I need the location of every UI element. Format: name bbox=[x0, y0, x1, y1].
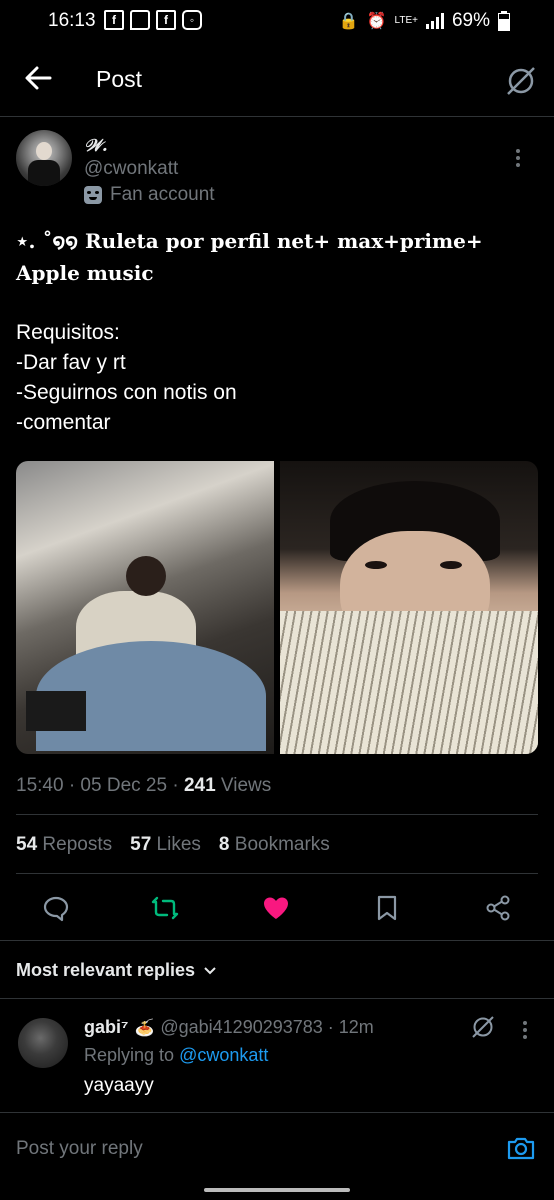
reply-header: gabi⁷ 🍝 @gabi41290293783 · 12m bbox=[84, 1017, 374, 1038]
reply-composer: Post your reply bbox=[0, 1112, 554, 1181]
like-icon[interactable] bbox=[262, 894, 290, 922]
notification-icons: f f ◦ bbox=[104, 10, 202, 30]
bookmarks-count: 8 bbox=[218, 834, 230, 855]
lte-label: LTE+ bbox=[394, 15, 418, 26]
tweet-title: ⋆. ˚໑໑ Ruleta por perfil net+ max+prime+… bbox=[16, 229, 483, 285]
reposts-label: Reposts bbox=[42, 834, 113, 855]
instagram-icon: ◦ bbox=[182, 10, 202, 30]
account-label: Fan account bbox=[84, 184, 215, 206]
tweet-body: Requisitos: -Dar fav y rt -Seguirnos con… bbox=[16, 318, 536, 438]
views-count: 241 bbox=[183, 775, 216, 796]
tweet-body-line: -Seguirnos con notis on bbox=[16, 381, 237, 404]
reply-icon[interactable] bbox=[42, 894, 70, 922]
home-indicator[interactable] bbox=[204, 1188, 350, 1192]
reply-avatar[interactable] bbox=[18, 1018, 68, 1068]
top-bar: Post bbox=[0, 44, 554, 117]
reposts-count: 54 bbox=[16, 834, 38, 855]
replying-to-handle[interactable]: @cwonkatt bbox=[179, 1045, 268, 1065]
likes-count: 57 bbox=[130, 834, 152, 855]
bookmarks-stat[interactable]: 8 Bookmarks bbox=[219, 834, 330, 856]
repost-icon[interactable] bbox=[151, 894, 179, 922]
likes-stat[interactable]: 57 Likes bbox=[130, 834, 201, 856]
divider bbox=[0, 940, 554, 941]
system-icons: 🔒 ⏰ LTE+ 69% bbox=[339, 10, 510, 32]
tweet-body-line: Requisitos: bbox=[16, 321, 120, 344]
replies-sort-label: Most relevant replies bbox=[16, 960, 196, 980]
replies-sort[interactable]: Most relevant replies bbox=[16, 960, 217, 981]
signal-icon bbox=[425, 13, 444, 29]
battery-icon bbox=[498, 11, 510, 31]
tweet-image-2[interactable] bbox=[280, 461, 538, 754]
status-bar: 16:13 f f ◦ 🔒 ⏰ LTE+ 69% bbox=[0, 0, 554, 44]
reply-input[interactable]: Post your reply bbox=[16, 1138, 143, 1160]
status-time: 16:13 bbox=[48, 10, 96, 31]
views-label: Views bbox=[215, 775, 272, 796]
account-label-text: Fan account bbox=[110, 184, 215, 205]
facebook-icon: f bbox=[156, 10, 176, 30]
divider bbox=[0, 998, 554, 999]
tweet-image-1[interactable] bbox=[16, 461, 274, 754]
replying-to-label: Replying to bbox=[84, 1045, 180, 1065]
reply-emoji: 🍝 bbox=[134, 1019, 155, 1037]
reply-text: yayaayy bbox=[84, 1075, 154, 1096]
mask-icon bbox=[84, 186, 102, 204]
message-icon bbox=[130, 10, 150, 30]
share-icon[interactable] bbox=[484, 894, 512, 922]
reposts-stat[interactable]: 54 Reposts bbox=[16, 834, 112, 856]
camera-icon[interactable] bbox=[506, 1133, 536, 1163]
post-meta: 15:40 · 05 Dec 25 · 241 Views bbox=[16, 775, 271, 797]
more-icon[interactable] bbox=[523, 1018, 527, 1042]
action-bar bbox=[0, 884, 554, 932]
bookmark-icon[interactable] bbox=[373, 894, 401, 922]
author-avatar[interactable] bbox=[16, 130, 72, 186]
tweet-body-line: -Dar fav y rt bbox=[16, 351, 126, 374]
facebook-icon: f bbox=[104, 10, 124, 30]
reply-handle-time: @gabi41290293783 · 12m bbox=[160, 1017, 374, 1037]
divider bbox=[16, 873, 538, 874]
chevron-down-icon bbox=[204, 966, 216, 974]
author-handle[interactable]: @cwonkatt bbox=[84, 158, 178, 180]
more-icon[interactable] bbox=[516, 146, 520, 170]
bookmarks-label: Bookmarks bbox=[234, 834, 330, 855]
post-stats: 54 Reposts 57 Likes 8 Bookmarks bbox=[16, 834, 330, 856]
battery-percent: 69% bbox=[451, 10, 490, 31]
post-timestamp: 15:40 · 05 Dec 25 · bbox=[16, 775, 184, 796]
tweet-body-line: -comentar bbox=[16, 411, 111, 434]
divider bbox=[16, 814, 538, 815]
reply-author-name[interactable]: gabi⁷ bbox=[84, 1017, 128, 1038]
grok-icon[interactable] bbox=[470, 1014, 496, 1040]
back-arrow-icon[interactable] bbox=[22, 62, 54, 94]
likes-label: Likes bbox=[156, 834, 201, 855]
grok-icon[interactable] bbox=[504, 64, 538, 98]
author-name[interactable]: 𝒲. bbox=[84, 136, 108, 156]
alarm-icon: ⏰ bbox=[366, 13, 387, 30]
replying-to: Replying to @cwonkatt bbox=[84, 1045, 268, 1066]
lock-icon: 🔒 bbox=[338, 13, 359, 30]
page-title: Post bbox=[96, 66, 143, 92]
